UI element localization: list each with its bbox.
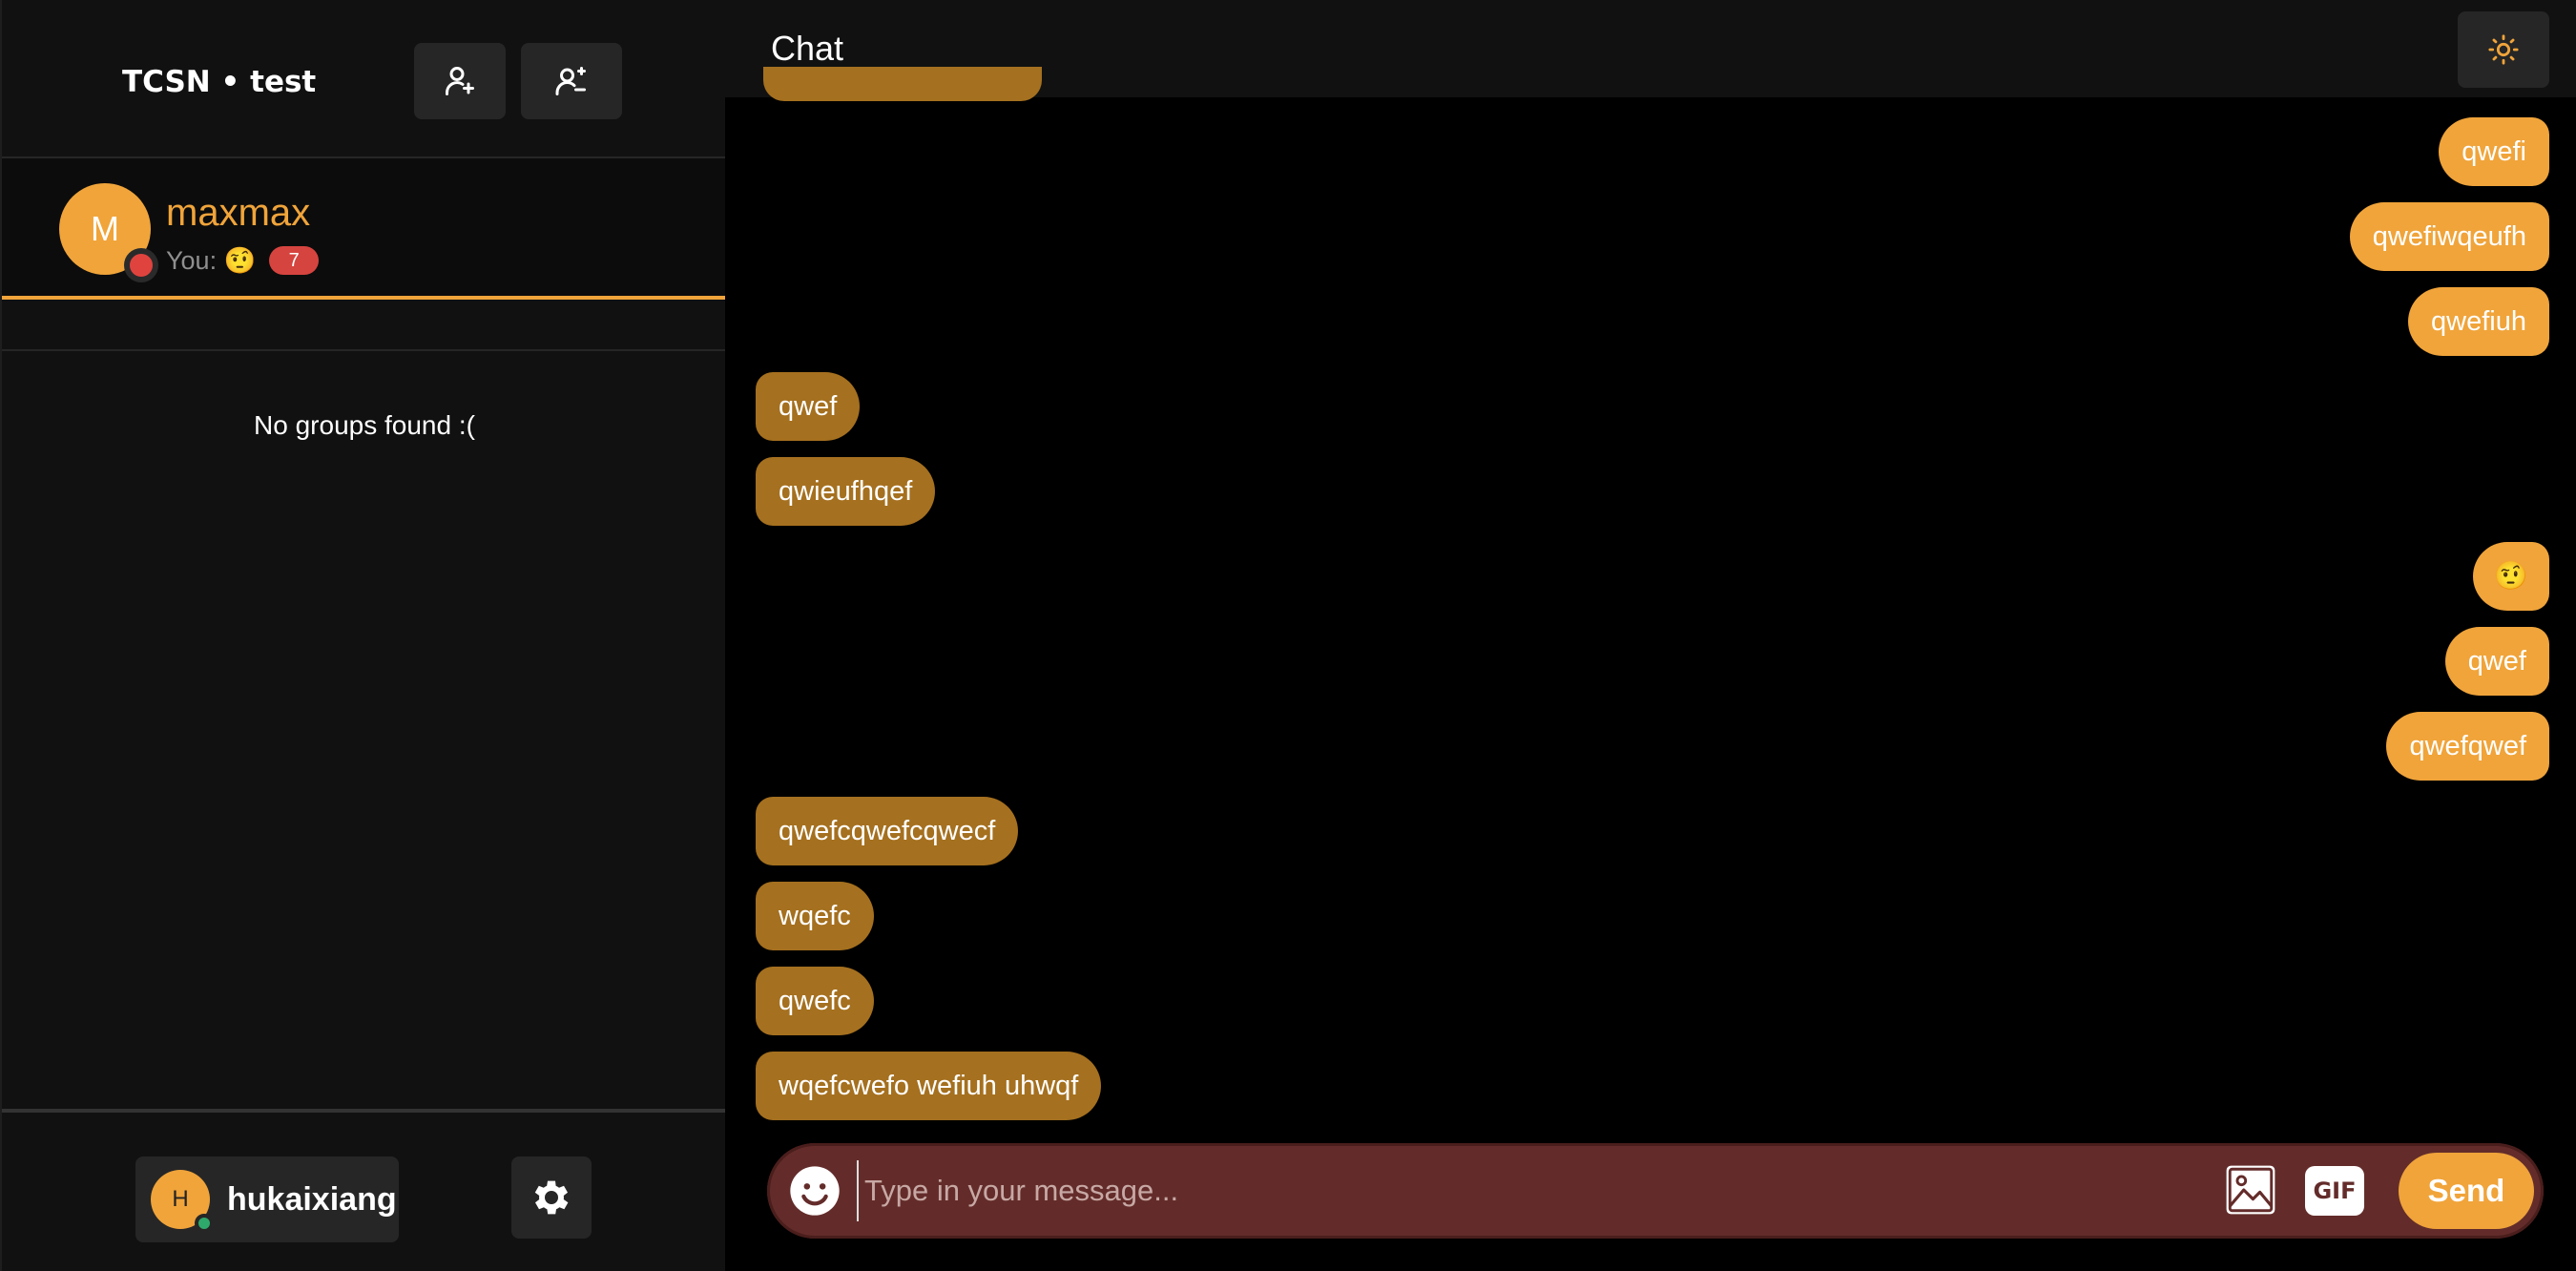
contact-item-maxmax[interactable]: M maxmax You: 🤨 7: [2, 158, 727, 300]
message-bubble-incoming: wqefc: [756, 882, 874, 950]
app-brand: TCSN • test: [122, 65, 317, 99]
contact-last-message-row: You: 🤨 7: [166, 244, 320, 277]
create-group-icon: [555, 67, 586, 95]
current-user-name: hukaixiang: [227, 1181, 397, 1218]
sidebar: TCSN • test M maxmax You: 🤨 7 No groups …: [0, 0, 727, 1271]
message-bubble-outgoing: qwefi: [2439, 117, 2549, 186]
sun-icon: [2488, 34, 2519, 65]
message-composer: GIF Send: [767, 1143, 2544, 1239]
current-user-status-indicator: [195, 1214, 214, 1233]
add-friend-icon: [446, 67, 474, 95]
section-divider: [2, 349, 727, 351]
theme-toggle-button[interactable]: [2458, 11, 2549, 88]
send-button[interactable]: Send: [2399, 1153, 2534, 1229]
message-bubble-partial: [763, 67, 1042, 101]
message-bubble-outgoing: 🤨: [2472, 542, 2549, 611]
message-bubble-outgoing: qwef: [2444, 627, 2549, 696]
smiley-icon[interactable]: [788, 1164, 841, 1218]
empty-groups-message: No groups found :(: [254, 410, 475, 440]
current-user-chip[interactable]: H hukaixiang: [135, 1156, 399, 1242]
message-input[interactable]: [857, 1160, 2192, 1221]
contact-last-message: You: 🤨: [166, 246, 257, 275]
message-bubble-outgoing: qwefqwef: [2386, 712, 2549, 781]
gear-icon: [534, 1180, 569, 1215]
unread-count-badge: 7: [269, 246, 320, 275]
sidebar-footer: H hukaixiang: [2, 1109, 727, 1271]
message-bubble-incoming: wqefcwefo wefiuh uhwqf: [756, 1052, 1102, 1120]
image-icon[interactable]: [2223, 1162, 2278, 1218]
add-friend-button[interactable]: [414, 43, 506, 119]
message-bubble-outgoing: qwefiwqeufh: [2349, 202, 2549, 271]
create-group-button[interactable]: [521, 43, 622, 119]
message-bubble-incoming: qwefc: [756, 967, 874, 1035]
contact-name: maxmax: [166, 192, 311, 234]
sidebar-header: TCSN • test: [2, 0, 727, 158]
settings-button[interactable]: [511, 1156, 592, 1239]
message-bubble-incoming: qwefcqwefcqwecf: [756, 797, 1019, 865]
message-bubble-incoming: qwef: [756, 372, 861, 441]
contact-status-indicator: [124, 248, 158, 282]
message-bubble-outgoing: qwefiuh: [2408, 287, 2549, 356]
chat-title: Chat: [771, 29, 844, 68]
message-bubble-incoming: qwieufhqef: [756, 457, 936, 526]
chat-panel: Chat qwefi qwefiwqeufh qwefiuh qwef qwie…: [725, 0, 2576, 1271]
gif-button[interactable]: GIF: [2305, 1166, 2364, 1216]
app-root: TCSN • test M maxmax You: 🤨 7 No groups …: [0, 0, 2576, 1271]
